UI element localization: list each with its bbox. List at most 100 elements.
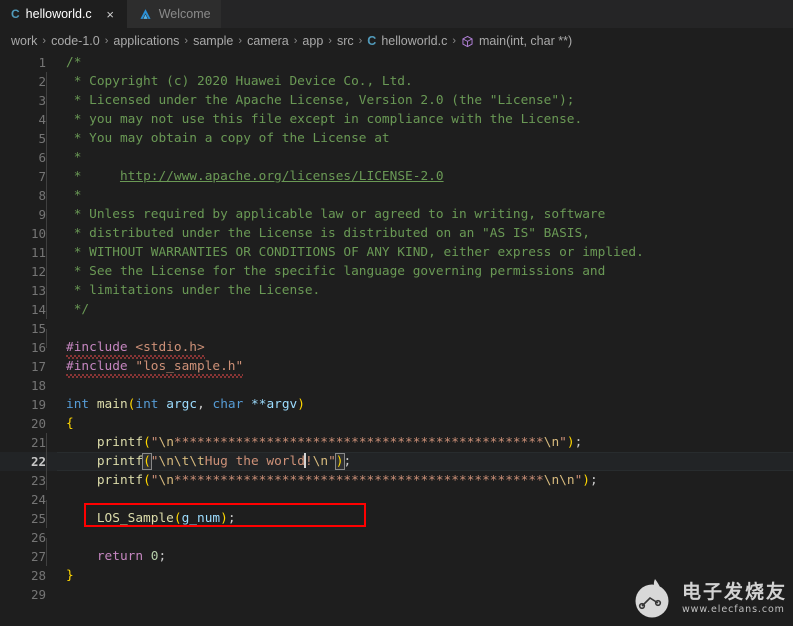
quote-token: " <box>151 435 159 450</box>
code-editor[interactable]: 1 /* 2 * Copyright (c) 2020 Huawei Devic… <box>0 53 793 626</box>
string-token: ! <box>305 454 313 469</box>
line-number-active: 22 <box>0 454 46 469</box>
code-line[interactable]: 23 printf("\n***************************… <box>0 471 793 490</box>
comment-token: * Copyright (c) 2020 Huawei Device Co., … <box>74 74 413 89</box>
c-file-icon: C <box>367 34 376 48</box>
breadcrumb-item-camera[interactable]: camera <box>245 34 291 48</box>
line-number: 18 <box>0 378 46 393</box>
quote-token: " <box>559 435 567 450</box>
code-line[interactable]: 5 * You may obtain a copy of the License… <box>0 129 793 148</box>
line-number: 10 <box>0 226 46 241</box>
watermark-url: www.elecfans.com <box>682 605 787 615</box>
bracket-match-open: ( <box>143 454 151 469</box>
code-line[interactable]: 28 } <box>0 566 793 585</box>
breadcrumb-item-app[interactable]: app <box>300 34 325 48</box>
include-path-token: "los_sample.h" <box>135 359 243 374</box>
function-call-token: LOS_Sample <box>97 511 174 526</box>
quote-token: " <box>151 473 159 488</box>
code-line[interactable]: 15 <box>0 319 793 338</box>
chevron-right-icon: › <box>325 35 335 47</box>
line-content: * Unless required by applicable law or a… <box>46 205 793 224</box>
code-line[interactable]: 2 * Copyright (c) 2020 Huawei Device Co.… <box>0 72 793 91</box>
line-number: 2 <box>0 74 46 89</box>
chevron-right-icon: › <box>102 35 112 47</box>
code-line[interactable]: 12 * See the License for the specific la… <box>0 262 793 281</box>
tab-welcome[interactable]: Welcome <box>127 0 221 28</box>
code-line[interactable]: 26 <box>0 528 793 547</box>
code-line[interactable]: 8 * <box>0 186 793 205</box>
code-line[interactable]: 17 #include "los_sample.h" <box>0 357 793 376</box>
line-number: 20 <box>0 416 46 431</box>
editor-tab-bar: int C helloworld.c × Welcome <box>0 0 793 29</box>
comment-token: * distributed under the License is distr… <box>74 226 590 241</box>
breadcrumb-item-sample[interactable]: sample <box>191 34 235 48</box>
string-token: Hug the world <box>205 454 305 469</box>
chevron-right-icon: › <box>181 35 191 47</box>
line-content: * http://www.apache.org/licenses/LICENSE… <box>46 167 793 186</box>
chevron-right-icon: › <box>39 35 49 47</box>
license-url-link[interactable]: http://www.apache.org/licenses/LICENSE-2… <box>120 169 444 184</box>
breadcrumb-item-applications[interactable]: applications <box>111 34 181 48</box>
code-line[interactable]: 27 return 0; <box>0 547 793 566</box>
line-number: 9 <box>0 207 46 222</box>
preprocessor-token: #include <box>66 359 128 374</box>
function-name-token: main <box>97 397 128 412</box>
function-call-token: printf <box>97 454 143 469</box>
code-line[interactable]: 4 * you may not use this file except in … <box>0 110 793 129</box>
code-line[interactable]: 20 { <box>0 414 793 433</box>
code-line[interactable]: 29 <box>0 585 793 604</box>
code-line-active[interactable]: 22 printf("\n\t\tHug the world!\n"); <box>0 452 793 471</box>
type-token: char <box>212 397 243 412</box>
line-content: * You may obtain a copy of the License a… <box>46 129 793 148</box>
code-line[interactable]: 9 * Unless required by applicable law or… <box>0 205 793 224</box>
param-token: **argv <box>251 397 297 412</box>
line-content: } <box>46 566 793 585</box>
comma-token: , <box>197 397 212 412</box>
tab-label: helloworld.c <box>26 8 92 21</box>
breadcrumb: work › code-1.0 › applications › sample … <box>0 29 793 53</box>
brace-token: } <box>66 568 74 583</box>
include-error-squiggle: #include "los_sample.h" <box>66 357 243 376</box>
semicolon-token: ; <box>344 454 352 469</box>
code-line[interactable]: 18 <box>0 376 793 395</box>
comment-token: * You may obtain a copy of the License a… <box>74 131 390 146</box>
breadcrumb-item-helloworld-c[interactable]: C helloworld.c <box>365 34 449 48</box>
line-number: 7 <box>0 169 46 184</box>
code-line[interactable]: 3 * Licensed under the Apache License, V… <box>0 91 793 110</box>
preprocessor-token: #include <box>66 340 128 355</box>
comment-token: * Unless required by applicable law or a… <box>74 207 606 222</box>
line-content: * See the License for the specific langu… <box>46 262 793 281</box>
code-line[interactable]: 16 #include <stdio.h> <box>0 338 793 357</box>
breadcrumb-item-src[interactable]: src <box>335 34 356 48</box>
comment-token: * See the License for the specific langu… <box>74 264 606 279</box>
function-call-token: printf <box>97 473 143 488</box>
breadcrumb-item-work[interactable]: work <box>9 34 39 48</box>
chevron-right-icon: › <box>291 35 301 47</box>
code-line[interactable]: 14 */ <box>0 300 793 319</box>
function-call-token: printf <box>97 435 143 450</box>
code-line[interactable]: 7 * http://www.apache.org/licenses/LICEN… <box>0 167 793 186</box>
quote-token: " <box>151 454 159 469</box>
code-line[interactable]: 21 printf("\n***************************… <box>0 433 793 452</box>
code-line[interactable]: 11 * WITHOUT WARRANTIES OR CONDITIONS OF… <box>0 243 793 262</box>
code-line[interactable]: 6 * <box>0 148 793 167</box>
breadcrumb-item-code-1-0[interactable]: code-1.0 <box>49 34 102 48</box>
code-line[interactable]: 10 * distributed under the License is di… <box>0 224 793 243</box>
line-number: 21 <box>0 435 46 450</box>
code-line[interactable]: 19 int main(int argc, char **argv) <box>0 395 793 414</box>
string-token: ****************************************… <box>174 473 544 488</box>
line-content: printf("\n\t\tHug the world!\n"); <box>46 452 793 471</box>
tab-helloworld-c[interactable]: int C helloworld.c × <box>0 0 127 28</box>
code-line[interactable]: 1 /* <box>0 53 793 72</box>
breadcrumb-item-symbol-main[interactable]: main(int, char **) <box>459 34 574 48</box>
line-content: * distributed under the License is distr… <box>46 224 793 243</box>
chevron-right-icon: › <box>449 35 459 47</box>
line-number: 6 <box>0 150 46 165</box>
line-number: 25 <box>0 511 46 526</box>
code-line[interactable]: 24 <box>0 490 793 509</box>
code-line[interactable]: 25 LOS_Sample(g_num); <box>0 509 793 528</box>
escape-token: \n <box>159 473 174 488</box>
close-icon[interactable]: × <box>104 8 117 21</box>
code-line[interactable]: 13 * limitations under the License. <box>0 281 793 300</box>
line-content: * Copyright (c) 2020 Huawei Device Co., … <box>46 72 793 91</box>
